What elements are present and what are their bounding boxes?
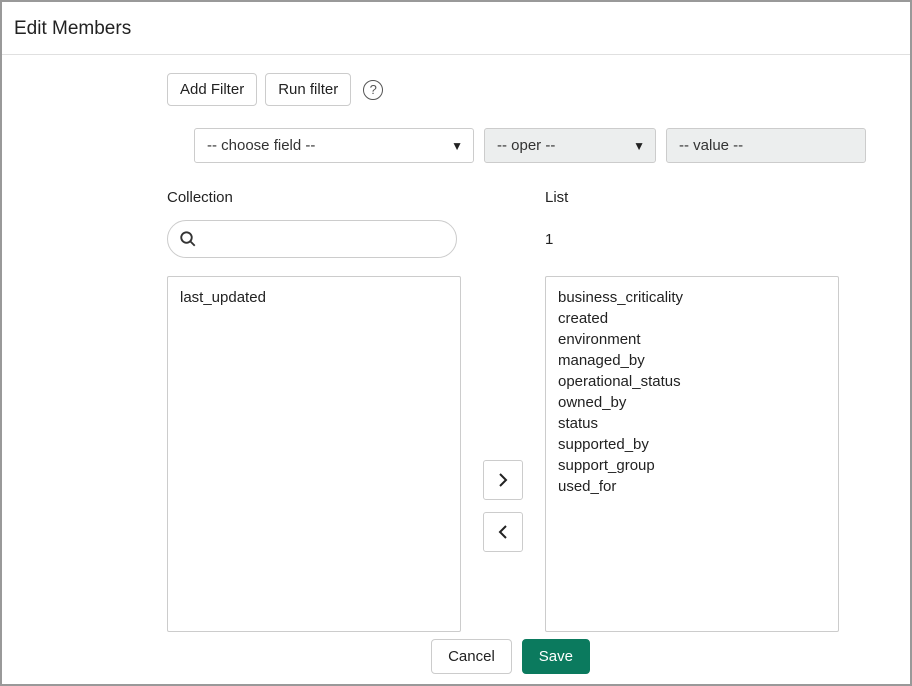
list-listbox[interactable]: business_criticalitycreatedenvironmentma… [545,276,839,632]
filter-toolbar: Add Filter Run filter ? [167,73,900,106]
collection-listbox[interactable]: last_updated [167,276,461,632]
transfer-buttons [461,379,545,632]
choose-field-label: -- choose field -- [207,137,315,154]
list-item[interactable]: last_updated [180,287,448,308]
choose-field-select[interactable]: -- choose field -- ▼ [194,128,474,163]
list-label: List [545,189,839,206]
dialog-content: Add Filter Run filter ? -- choose field … [2,55,910,642]
list-count: 1 [545,220,839,258]
list-item[interactable]: status [558,413,826,434]
list-item[interactable]: operational_status [558,371,826,392]
search-wrapper [167,220,457,258]
list-item[interactable]: owned_by [558,392,826,413]
cancel-button[interactable]: Cancel [431,639,512,674]
chevron-right-icon [497,472,509,488]
chevron-down-icon: ▼ [633,139,645,153]
oper-select[interactable]: -- oper -- ▼ [484,128,656,163]
oper-label: -- oper -- [497,137,555,154]
list-item[interactable]: environment [558,329,826,350]
dialog-footer: Cancel Save [431,639,590,674]
list-item[interactable]: supported_by [558,434,826,455]
list-item[interactable]: support_group [558,455,826,476]
value-input[interactable]: -- value -- [666,128,866,163]
dialog-header: Edit Members [2,2,910,55]
help-icon[interactable]: ? [363,80,383,100]
filter-row: -- choose field -- ▼ -- oper -- ▼ -- val… [194,128,900,163]
collection-label: Collection [167,189,461,206]
search-icon [179,230,197,248]
run-filter-button[interactable]: Run filter [265,73,351,106]
collection-search-input[interactable] [167,220,457,258]
add-filter-button[interactable]: Add Filter [167,73,257,106]
list-item[interactable]: created [558,308,826,329]
chevron-down-icon: ▼ [451,139,463,153]
chevron-left-icon [497,524,509,540]
move-right-button[interactable] [483,460,523,500]
list-column: List 1 business_criticalitycreatedenviro… [545,189,839,632]
move-left-button[interactable] [483,512,523,552]
list-item[interactable]: business_criticality [558,287,826,308]
slushbucket: Collection last_updated [167,189,900,632]
list-item[interactable]: managed_by [558,350,826,371]
value-label: -- value -- [679,137,743,154]
list-item[interactable]: used_for [558,476,826,497]
collection-column: Collection last_updated [167,189,461,632]
dialog-title: Edit Members [14,18,131,39]
save-button[interactable]: Save [522,639,590,674]
